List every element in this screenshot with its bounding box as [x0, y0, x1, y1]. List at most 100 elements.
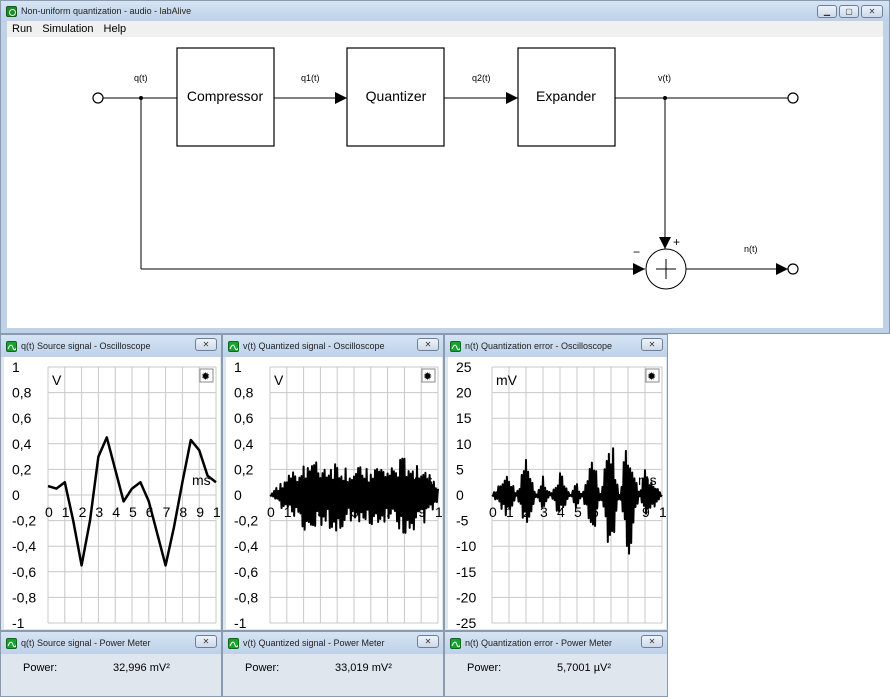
oscilloscope-icon [228, 340, 239, 352]
power-meter-window-n: n(t) Quantization error - Power Meter ✕ … [444, 631, 668, 697]
y-tick-label: 0 [12, 487, 20, 503]
y-tick-label: -0,2 [12, 513, 36, 529]
y-tick-label: 0 [234, 487, 242, 503]
label-q2: q2(t) [472, 73, 491, 83]
y-tick-label: -0,4 [12, 538, 36, 554]
output-terminal-n[interactable] [787, 263, 799, 275]
main-window-title: Non-uniform quantization - audio - labAl… [21, 6, 192, 16]
label-q1: q1(t) [301, 73, 320, 83]
input-terminal[interactable] [92, 92, 104, 104]
x-tick-label: 0 [489, 504, 497, 520]
oscilloscope-titlebar: v(t) Quantized signal - Oscilloscope ✕ [223, 335, 443, 357]
x-tick-label: 3 [95, 504, 103, 520]
power-meter-title: q(t) Source signal - Power Meter [21, 638, 151, 648]
y-tick-label: 0,8 [234, 385, 254, 401]
close-icon: ✕ [868, 6, 876, 16]
y-tick-label: -20 [456, 589, 476, 605]
close-icon: ✕ [202, 339, 210, 349]
x-tick-label: 10 [659, 504, 666, 520]
oscilloscope-plot[interactable]: 10,80,60,40,20-0,2-0,4-0,6-0,8-10 1 2 3 4 5 6 7… [4, 357, 220, 629]
close-button[interactable]: ✕ [641, 635, 663, 648]
y-tick-label: -1 [234, 615, 247, 629]
oscilloscope-title: v(t) Quantized signal - Oscilloscope [243, 341, 385, 351]
close-icon: ✕ [424, 636, 432, 646]
x-tick-label: 9 [196, 504, 204, 520]
y-tick-label: 25 [456, 359, 472, 375]
x-tick-label: 1 [62, 504, 70, 520]
y-tick-label: 20 [456, 385, 472, 401]
close-icon: ✕ [424, 339, 432, 349]
menu-simulation[interactable]: Simulation [37, 23, 98, 35]
close-button[interactable]: ✕ [641, 338, 663, 351]
plus-sign: + [673, 235, 680, 249]
y-tick-label: 0,4 [12, 436, 32, 452]
y-tick-label: -0,6 [234, 564, 258, 580]
y-tick-label: 0 [456, 487, 464, 503]
x-tick-label: 8 [179, 504, 187, 520]
y-tick-label: 15 [456, 410, 472, 426]
power-meter-titlebar-v: v(t) Quantized signal - Power Meter ✕ [223, 632, 443, 654]
y-tick-label: 0,8 [12, 385, 32, 401]
output-terminal-v[interactable] [787, 92, 799, 104]
oscilloscope-title: q(t) Source signal - Oscilloscope [21, 341, 151, 351]
x-tick-label: 0 [267, 504, 275, 520]
label-v: v(t) [658, 73, 671, 83]
y-tick-label: -15 [456, 564, 476, 580]
label-q: q(t) [134, 73, 148, 83]
close-button[interactable]: ✕ [195, 635, 217, 648]
expander-label: Expander [536, 88, 596, 104]
unit-label: V [52, 372, 62, 388]
menu-help[interactable]: Help [99, 23, 132, 35]
close-icon: ✕ [202, 636, 210, 646]
power-meter-titlebar-n: n(t) Quantization error - Power Meter ✕ [445, 632, 667, 654]
power-meter-titlebar-q: q(t) Source signal - Power Meter ✕ [1, 632, 221, 654]
power-label: Power: [467, 662, 502, 674]
power-value: 5,7001 µV² [557, 662, 612, 674]
close-button[interactable]: ✕ [417, 338, 439, 351]
y-tick-label: 0,4 [234, 436, 254, 452]
main-titlebar: Non-uniform quantization - audio - labAl… [1, 1, 889, 21]
block-diagram: q(t) Compressor q1(t) Quantizer q2(t) Ex… [92, 47, 799, 290]
oscilloscope-plot[interactable]: 10,80,60,40,20-0,2-0,4-0,6-0,8-10 1 2 3 4 5 6 7… [226, 357, 442, 629]
power-meter-title: n(t) Quantization error - Power Meter [465, 638, 613, 648]
y-tick-label: 0,2 [12, 461, 32, 477]
power-meter-window-q: q(t) Source signal - Power Meter ✕ Power… [0, 631, 222, 697]
x-tick-label: 4 [112, 504, 120, 520]
close-button[interactable]: ✕ [861, 5, 883, 18]
gear-icon: ✹ [647, 370, 656, 383]
oscilloscope-plot[interactable]: 2520151050-5-10-15-20-25012345678910mVms… [448, 357, 666, 629]
x-tick-label: 5 [129, 504, 137, 520]
close-button[interactable]: ✕ [195, 338, 217, 351]
minimize-button[interactable]: ▁ [817, 5, 837, 18]
power-meter-icon [450, 637, 461, 649]
power-meter-title: v(t) Quantized signal - Power Meter [243, 638, 385, 648]
close-icon: ✕ [648, 636, 656, 646]
y-tick-label: -0,2 [234, 513, 258, 529]
scope-settings-button[interactable]: ✹ [421, 368, 436, 383]
close-button[interactable]: ✕ [417, 635, 439, 648]
power-label: Power: [23, 662, 58, 674]
y-tick-label: -0,4 [234, 538, 258, 554]
y-tick-label: -5 [456, 513, 469, 529]
oscilloscope-window-1: v(t) Quantized signal - Oscilloscope ✕ 1… [222, 334, 444, 631]
power-meter-icon [6, 637, 17, 649]
y-tick-label: -0,8 [234, 589, 258, 605]
power-value: 32,996 mV² [113, 662, 170, 674]
oscilloscope-title: n(t) Quantization error - Oscilloscope [465, 341, 613, 351]
y-tick-label: 10 [456, 436, 472, 452]
block-diagram-canvas: q(t) Compressor q1(t) Quantizer q2(t) Ex… [7, 37, 883, 328]
y-tick-label: -25 [456, 615, 476, 629]
menu-run[interactable]: Run [7, 23, 37, 35]
compressor-label: Compressor [187, 88, 264, 104]
y-tick-label: -1 [12, 615, 25, 629]
x-tick-label: 10 [213, 504, 220, 520]
maximize-button[interactable]: ▢ [839, 5, 859, 18]
scope-settings-button[interactable]: ✹ [645, 368, 660, 383]
oscilloscope-window-2: n(t) Quantization error - Oscilloscope ✕… [444, 334, 668, 631]
scope-settings-button[interactable]: ✹ [199, 368, 214, 383]
oscilloscope-icon [6, 340, 17, 352]
gear-icon: ✹ [423, 370, 432, 383]
menubar: Run Simulation Help [7, 21, 883, 37]
x-tick-label: 0 [45, 504, 53, 520]
x-tick-label: 10 [435, 504, 442, 520]
